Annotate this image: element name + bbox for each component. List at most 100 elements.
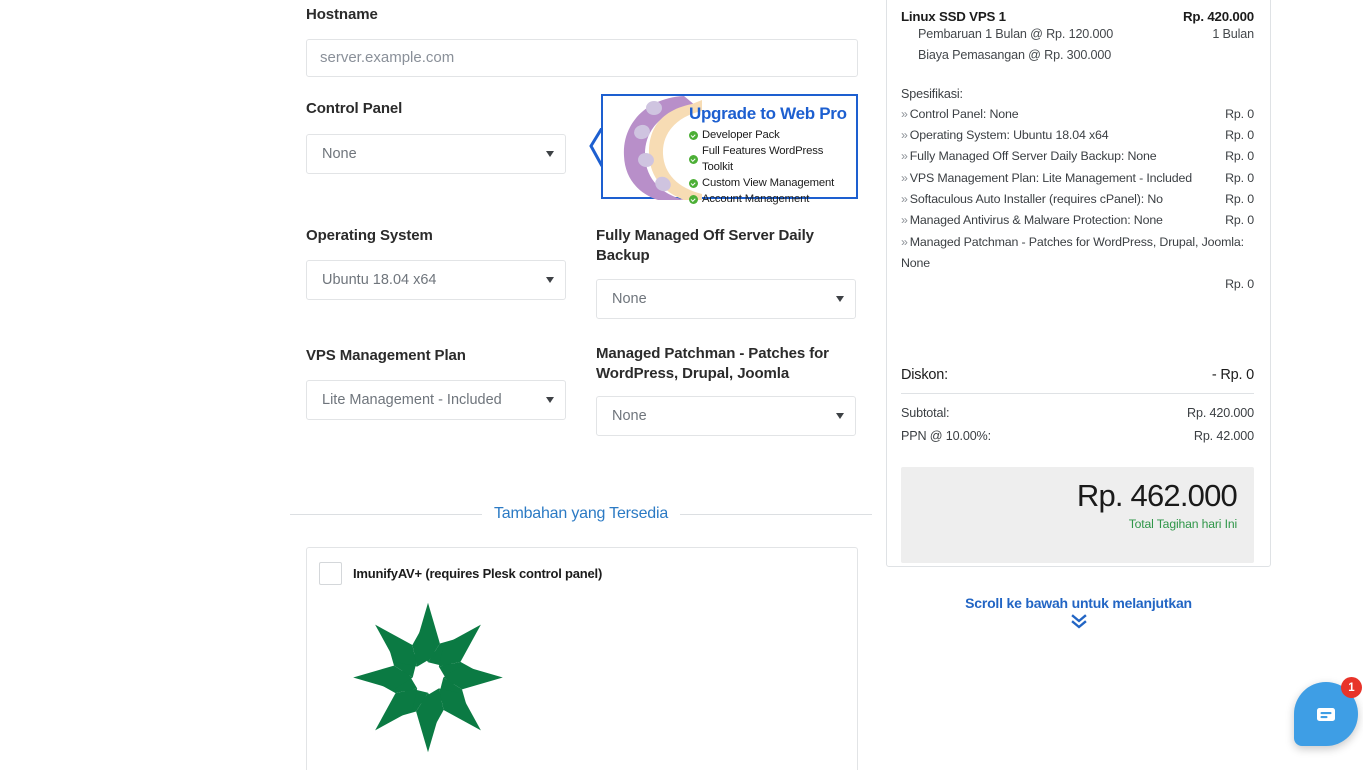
bullet-chevron-icon: »	[901, 127, 908, 142]
promo-feature-item: Custom View Management	[689, 175, 852, 191]
bullet-chevron-icon: »	[901, 213, 908, 228]
hostname-input[interactable]	[306, 38, 858, 77]
control-panel-field-group: Control Panel None	[306, 99, 566, 174]
promo-content: Upgrade to Web Pro Developer Pack Full F…	[689, 104, 852, 207]
summary-billing-text: Biaya Pemasangan @ Rp. 300.000	[918, 47, 1112, 62]
bullet-chevron-icon: »	[901, 191, 908, 206]
chevron-down-icon	[546, 396, 554, 403]
product-configuration-form: Hostname Control Panel None	[290, 0, 872, 770]
control-panel-select[interactable]: None	[306, 133, 566, 174]
discount-row: Diskon: - Rp. 0	[901, 367, 1254, 393]
spec-row: » Managed Antivirus & Malware Protection:…	[901, 210, 1254, 231]
spec-row: » Operating System: Ubuntu 18.04 x64 Rp. …	[901, 125, 1254, 146]
chevron-down-icon	[836, 296, 844, 302]
promo-feature-item: Developer Pack	[689, 127, 852, 143]
chat-launcher-button[interactable]: 1	[1294, 677, 1362, 746]
backup-select[interactable]: None	[596, 279, 856, 319]
chat-message-icon	[1317, 708, 1335, 721]
backup-field-group: Fully Managed Off Server Daily Backup No…	[596, 226, 856, 319]
vps-plan-select[interactable]: Lite Management - Included	[306, 379, 566, 420]
spec-price: Rp. 0	[1225, 127, 1254, 142]
available-addons-title: Tambahan yang Tersedia	[493, 505, 669, 522]
bullet-chevron-icon: »	[901, 234, 908, 249]
backup-select-value: None	[596, 279, 856, 319]
double-chevron-down-icon	[886, 614, 1271, 634]
operating-system-select[interactable]: Ubuntu 18.04 x64	[306, 259, 566, 300]
spec-row: » Softaculous Auto Installer (requires cP…	[901, 189, 1254, 210]
summary-billing-text: Pembaruan 1 Bulan @ Rp. 120.000	[918, 27, 1114, 41]
upgrade-web-pro-promo[interactable]: Upgrade to Web Pro Developer Pack Full F…	[589, 94, 858, 205]
discount-value: - Rp. 0	[1211, 367, 1254, 384]
chevron-down-icon	[546, 276, 554, 283]
hostname-label: Hostname	[306, 6, 378, 23]
tax-row: PPN @ 10.00%: Rp. 42.000	[901, 425, 1254, 447]
addon-label: ImunifyAV+ (requires Plesk control panel…	[353, 566, 603, 581]
spec-price: Rp. 0	[1225, 213, 1254, 228]
chevron-down-icon	[836, 413, 844, 419]
patchman-select[interactable]: None	[596, 396, 856, 436]
spec-row: » VPS Management Plan: Lite Management - …	[901, 168, 1254, 189]
spec-label: Softaculous Auto Installer (requires cPa…	[909, 191, 1163, 206]
control-panel-select-value: None	[306, 133, 566, 174]
spec-price: Rp. 0	[1225, 149, 1254, 164]
bullet-chevron-icon: »	[901, 170, 908, 185]
bullet-chevron-icon: »	[901, 149, 908, 164]
scroll-hint-text: Scroll ke bawah untuk melanjutkan	[965, 595, 1192, 611]
spec-label: VPS Management Plan: Lite Management - I…	[909, 170, 1192, 185]
spec-label: Fully Managed Off Server Daily Backup: N…	[909, 149, 1157, 164]
scroll-hint[interactable]: Scroll ke bawah untuk melanjutkan	[886, 595, 1271, 634]
summary-billing-term: 1 Bulan	[1212, 27, 1254, 41]
check-circle-icon	[689, 130, 698, 140]
specifications-title: Spesifikasi:	[901, 86, 963, 101]
spec-label: Managed Patchman - Patches for WordPress…	[901, 234, 1244, 270]
available-addons-divider: Tambahan yang Tersedia	[290, 505, 872, 523]
control-panel-label: Control Panel	[306, 100, 403, 117]
addon-header: ImunifyAV+ (requires Plesk control panel…	[307, 548, 857, 585]
summary-product-row: Linux SSD VPS 1 Rp. 420.000	[901, 9, 1254, 24]
chevron-down-icon	[546, 150, 554, 157]
summary-product-price: Rp. 420.000	[1183, 9, 1254, 24]
spec-row: » Fully Managed Off Server Daily Backup: …	[901, 146, 1254, 167]
spec-row: » Managed Patchman - Patches for WordPres…	[901, 232, 1254, 296]
spec-price: Rp. 0	[1225, 277, 1254, 292]
imunify-pinwheel-logo-icon	[343, 590, 513, 765]
order-summary-panel: Linux SSD VPS 1 Rp. 420.000 Pembaruan 1 …	[886, 0, 1271, 567]
spec-label: Control Panel: None	[909, 106, 1019, 121]
grand-total-caption: Total Tagihan hari Ini	[1128, 517, 1237, 532]
spec-label: Operating System: Ubuntu 18.04 x64	[909, 127, 1109, 142]
backup-label: Fully Managed Off Server Daily Backup	[596, 227, 814, 264]
promo-title: Upgrade to Web Pro	[689, 104, 847, 123]
check-circle-icon	[689, 154, 698, 164]
summary-product-name: Linux SSD VPS 1	[901, 9, 1006, 24]
operating-system-field-group: Operating System Ubuntu 18.04 x64	[306, 226, 566, 300]
grand-total-amount: Rp. 462.000	[1076, 477, 1238, 513]
addon-checkbox[interactable]	[319, 562, 342, 585]
subtotal-value: Rp. 420.000	[1187, 406, 1254, 421]
check-circle-icon	[689, 178, 698, 188]
tax-value: Rp. 42.000	[1193, 428, 1254, 443]
divider-line-right	[680, 513, 872, 515]
specifications-list: » Control Panel: None Rp. 0 » Operating Sy…	[901, 104, 1254, 296]
operating-system-select-value: Ubuntu 18.04 x64	[306, 259, 566, 300]
totals-block: Subtotal: Rp. 420.000 PPN @ 10.00%: Rp. …	[901, 394, 1254, 446]
bullet-chevron-icon: »	[901, 106, 908, 121]
spec-price: Rp. 0	[1225, 106, 1254, 121]
spec-price: Rp. 0	[1225, 170, 1254, 185]
subtotal-label: Subtotal:	[901, 406, 950, 421]
tax-label: PPN @ 10.00%:	[901, 428, 991, 443]
addon-card-imunifyav[interactable]: ImunifyAV+ (requires Plesk control panel…	[306, 547, 858, 770]
summary-billing-row: Biaya Pemasangan @ Rp. 300.000	[918, 45, 1254, 66]
summary-billing-lines: Pembaruan 1 Bulan @ Rp. 120.000 1 Bulan …	[918, 24, 1254, 66]
chat-unread-badge: 1	[1341, 677, 1362, 698]
chat-widget[interactable]: 1	[1294, 677, 1362, 746]
plesk-tentacle-illustration	[606, 94, 702, 201]
promo-feature-item: Full Features WordPress Toolkit	[689, 143, 852, 175]
grand-total-box: Rp. 462.000 Total Tagihan hari Ini	[901, 466, 1254, 563]
promo-feature-label: Full Features WordPress Toolkit	[702, 145, 824, 174]
spec-row: » Control Panel: None Rp. 0	[901, 104, 1254, 125]
operating-system-label: Operating System	[306, 227, 433, 244]
vps-plan-field-group: VPS Management Plan Lite Management - In…	[306, 346, 566, 420]
discount-label: Diskon:	[901, 367, 948, 384]
summary-billing-row: Pembaruan 1 Bulan @ Rp. 120.000 1 Bulan	[918, 24, 1254, 45]
vps-plan-label: VPS Management Plan	[306, 347, 466, 364]
